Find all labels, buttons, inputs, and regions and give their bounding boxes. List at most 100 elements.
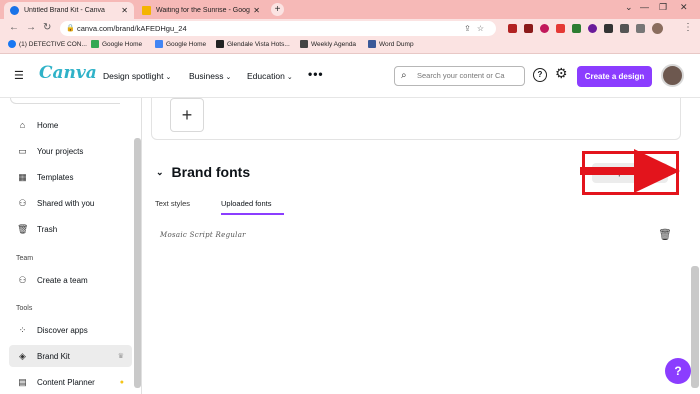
- nav-education[interactable]: Education ⌄: [247, 71, 293, 81]
- bookmark-label: (1) DETECTIVE CON...: [19, 40, 87, 48]
- search-icon: ⌕: [401, 70, 407, 81]
- sidebar-item-templates[interactable]: ▦ Templates: [9, 166, 132, 188]
- omnibox-actions[interactable]: ⇪☆: [464, 21, 490, 36]
- doc-icon: [368, 40, 376, 48]
- close-tab-icon[interactable]: ✕: [121, 6, 128, 15]
- sidebar-item-content-planner[interactable]: ▤ Content Planner ●: [9, 371, 132, 393]
- sidebar-item-label: Your projects: [37, 146, 84, 156]
- forward-icon[interactable]: →: [26, 22, 36, 33]
- help-button[interactable]: ?: [665, 358, 691, 384]
- crown-icon: ♛: [117, 353, 124, 360]
- bookmark-item[interactable]: (1) DETECTIVE CON...: [8, 40, 87, 48]
- address-bar[interactable]: 🔒 canva.com/brand/kAFEDHgu_24 ⇪☆: [60, 21, 496, 36]
- extension-icon[interactable]: [508, 24, 517, 33]
- main-scrollbar[interactable]: [691, 266, 699, 388]
- sidebar-item-shared[interactable]: ⚇ Shared with you: [9, 192, 132, 214]
- extension-icon[interactable]: [604, 24, 613, 33]
- nav-design-spotlight[interactable]: Design spotlight ⌄: [103, 71, 171, 81]
- bookmark-item[interactable]: Glendale Vista Hots...: [216, 40, 290, 48]
- browser-tab-google-slides[interactable]: Waiting for the Sunrise - Google ✕: [136, 2, 266, 19]
- facebook-icon: [8, 40, 16, 48]
- create-design-button[interactable]: Create a design: [577, 66, 652, 87]
- bookmark-label: Google Home: [166, 40, 207, 48]
- nav-label: Design spotlight: [103, 71, 164, 81]
- hamburger-menu-icon[interactable]: ☰: [14, 69, 24, 82]
- chevron-down-icon: ⌄: [286, 74, 293, 81]
- section-title: Brand fonts: [171, 164, 251, 180]
- nav-label: Business: [189, 71, 224, 81]
- bookmark-label: Weekly Agenda: [311, 40, 357, 48]
- more-vert-icon[interactable]: ⋮: [683, 22, 693, 33]
- sidebar-item-trash[interactable]: 🗑 Trash: [9, 218, 132, 240]
- help-icon[interactable]: ?: [533, 68, 547, 82]
- url-text: canva.com/brand/kAFEDHgu_24: [77, 24, 187, 33]
- templates-icon: ▦: [18, 171, 27, 182]
- annotation-highlight-box: [582, 151, 679, 195]
- sidebar-scrollbar[interactable]: [134, 138, 141, 388]
- browser-tab-strip: Untitled Brand Kit - Canva ✕ Waiting for…: [0, 0, 700, 19]
- brand-kit-icon: ◈: [19, 350, 26, 361]
- back-icon[interactable]: ←: [9, 22, 19, 33]
- google-drive-icon: [155, 40, 163, 48]
- add-button[interactable]: +: [170, 98, 204, 132]
- extension-icon[interactable]: [556, 24, 565, 33]
- more-options-icon[interactable]: •••: [308, 67, 324, 81]
- home-icon: ⌂: [19, 120, 26, 130]
- new-tab-button[interactable]: +: [271, 3, 284, 16]
- reload-icon[interactable]: ↻: [43, 22, 51, 33]
- close-window-icon[interactable]: ✕: [680, 2, 688, 13]
- sidebar-panel-icon[interactable]: [636, 24, 645, 33]
- search-placeholder: Search your content or Ca: [417, 71, 505, 80]
- calendar-icon: ▤: [18, 376, 27, 387]
- bookmark-icon: [216, 40, 224, 48]
- extension-icon[interactable]: [588, 24, 597, 33]
- avatar[interactable]: [661, 64, 684, 87]
- gear-icon[interactable]: ⚙: [555, 65, 568, 82]
- close-tab-icon[interactable]: ✕: [253, 6, 260, 15]
- tab-selected-indicator: [221, 213, 284, 215]
- chevron-down-icon: ⌄: [165, 74, 172, 81]
- brand-card: +: [151, 98, 681, 140]
- bookmark-item[interactable]: Weekly Agenda: [300, 40, 356, 48]
- extension-icon[interactable]: [524, 24, 533, 33]
- sidebar-item-discover-apps[interactable]: ⁘ Discover apps: [9, 319, 132, 341]
- bookmark-label: Google Home: [102, 40, 143, 48]
- canva-logo[interactable]: Canva: [39, 63, 97, 83]
- uploaded-font-item[interactable]: Mosaic Script Regular: [160, 231, 246, 239]
- brand-fonts-heading[interactable]: ⌄ Brand fonts: [156, 164, 250, 180]
- sidebar-item-home[interactable]: ⌂ Home: [9, 114, 132, 136]
- bookmark-item[interactable]: Google Home: [155, 40, 206, 48]
- tab-uploaded-fonts[interactable]: Uploaded fonts: [221, 199, 271, 208]
- search-input[interactable]: ⌕ Search your content or Ca: [394, 66, 525, 86]
- extension-icon[interactable]: [572, 24, 581, 33]
- canva-favicon-icon: [10, 6, 19, 15]
- chevron-down-icon[interactable]: ⌄: [625, 2, 633, 13]
- profile-avatar[interactable]: [652, 23, 663, 34]
- sidebar-item-label: Brand Kit: [37, 351, 70, 361]
- minimize-icon[interactable]: —: [640, 2, 649, 12]
- delete-font-icon[interactable]: 🗑: [658, 228, 672, 241]
- team-icon: ⚇: [18, 274, 27, 285]
- trash-icon: 🗑: [17, 223, 29, 234]
- bookmark-item[interactable]: Google Home: [91, 40, 142, 48]
- sidebar-item-brand-kit[interactable]: ◈ Brand Kit ♛: [9, 345, 132, 367]
- puzzle-icon[interactable]: [620, 24, 629, 33]
- browser-tab-canva[interactable]: Untitled Brand Kit - Canva ✕: [4, 2, 134, 19]
- extension-icon[interactable]: [540, 24, 549, 33]
- chevron-down-icon[interactable]: ⌄: [156, 167, 164, 178]
- google-drive-icon: [91, 40, 99, 48]
- bookmark-item[interactable]: Word Dump: [368, 40, 414, 48]
- sidebar-heading-team: Team: [16, 255, 34, 262]
- sidebar-item-label: Trash: [37, 224, 58, 234]
- bookmarks-bar: (1) DETECTIVE CON... Google Home Google …: [0, 38, 700, 54]
- team-avatar-card[interactable]: [10, 98, 120, 104]
- tab-text-styles[interactable]: Text styles: [155, 199, 190, 208]
- tab-title: Untitled Brand Kit - Canva: [24, 7, 105, 14]
- bookmark-icon: [300, 40, 308, 48]
- restore-icon[interactable]: ❐: [659, 2, 667, 13]
- sidebar-item-projects[interactable]: ▭ Your projects: [9, 140, 132, 162]
- nav-business[interactable]: Business ⌄: [189, 71, 231, 81]
- sidebar-item-create-team[interactable]: ⚇ Create a team: [9, 269, 132, 291]
- sidebar-item-label: Discover apps: [37, 325, 88, 335]
- nav-label: Education: [247, 71, 285, 81]
